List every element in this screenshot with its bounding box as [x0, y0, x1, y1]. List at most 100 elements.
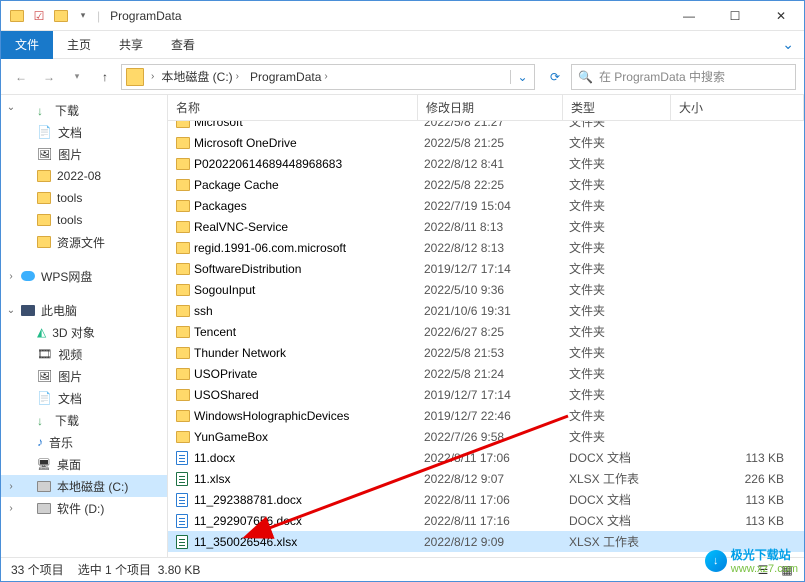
search-placeholder: 在 ProgramData 中搜索 [599, 68, 725, 85]
sidebar-item-tools[interactable]: tools [1, 209, 167, 231]
sidebar-item-resources[interactable]: 资源文件 [1, 231, 167, 253]
search-input[interactable]: 🔍 在 ProgramData 中搜索 [571, 64, 796, 90]
folder-icon [176, 326, 194, 338]
file-row[interactable]: Thunder Network2022/5/8 21:53文件夹 [168, 342, 804, 363]
folder-icon [176, 121, 194, 128]
file-date: 2022/5/8 21:27 [424, 121, 569, 129]
sidebar-item-pictures[interactable]: 图片 [1, 143, 167, 165]
qat-icon-2[interactable]: ☑ [31, 8, 47, 24]
refresh-button[interactable]: ⟳ [543, 65, 567, 89]
file-name: regid.1991-06.com.microsoft [194, 241, 424, 255]
file-row[interactable]: regid.1991-06.com.microsoft2022/8/12 8:1… [168, 237, 804, 258]
file-row[interactable]: P0202206146894489686832022/8/12 8:41文件夹 [168, 153, 804, 174]
address-dropdown[interactable]: ⌄ [510, 70, 534, 84]
file-row[interactable]: ssh2021/10/6 19:31文件夹 [168, 300, 804, 321]
file-row[interactable]: SogouInput2022/5/10 9:36文件夹 [168, 279, 804, 300]
file-row[interactable]: USOShared2019/12/7 17:14文件夹 [168, 384, 804, 405]
maximize-button[interactable]: ☐ [712, 1, 758, 31]
sidebar-item-music[interactable]: 音乐 [1, 431, 167, 453]
file-size: 113 KB [677, 514, 804, 528]
window-title: ProgramData [110, 9, 181, 23]
file-type: 文件夹 [569, 323, 677, 340]
file-row[interactable]: 11_292388781.docx2022/8/11 17:06DOCX 文档1… [168, 489, 804, 510]
doc-icon [176, 451, 194, 465]
forward-button[interactable]: → [37, 65, 61, 89]
watermark: ↓ 极光下载站 www.xz7.com [705, 546, 798, 575]
sidebar-item-downloads[interactable]: ⌄下载 [1, 99, 167, 121]
qat-icon-1[interactable] [9, 8, 25, 24]
share-tab[interactable]: 共享 [105, 31, 157, 59]
navigation-bar: ← → ▾ ↑ › 本地磁盘 (C:)› ProgramData› ⌄ ⟳ 🔍 … [1, 59, 804, 95]
picture-icon [37, 147, 52, 161]
qat-icon-3[interactable] [53, 8, 69, 24]
sidebar-item-3dobjects[interactable]: 3D 对象 [1, 321, 167, 343]
file-date: 2022/8/12 9:09 [424, 535, 569, 549]
file-row[interactable]: Microsoft OneDrive2022/5/8 21:25文件夹 [168, 132, 804, 153]
sidebar-item-pictures[interactable]: 图片 [1, 365, 167, 387]
file-row[interactable]: Microsoft2022/5/8 21:27文件夹 [168, 121, 804, 132]
home-tab[interactable]: 主页 [53, 31, 105, 59]
file-row[interactable]: USOPrivate2022/5/8 21:24文件夹 [168, 363, 804, 384]
column-name[interactable]: 名称 [168, 95, 418, 120]
file-type: 文件夹 [569, 134, 677, 151]
xls-icon [176, 472, 194, 486]
breadcrumb-segment[interactable]: 本地磁盘 (C:)› [157, 66, 246, 87]
file-name: SogouInput [194, 283, 424, 297]
download-icon [37, 104, 49, 116]
file-size: 113 KB [677, 451, 804, 465]
file-type: XLSX 工作表 [569, 533, 677, 550]
file-date: 2022/5/8 22:25 [424, 178, 569, 192]
sidebar-item-videos[interactable]: 视频 [1, 343, 167, 365]
sidebar-item-disk-d[interactable]: ›软件 (D:) [1, 497, 167, 519]
file-row[interactable]: RealVNC-Service2022/8/11 8:13文件夹 [168, 216, 804, 237]
sidebar-item-desktop[interactable]: 桌面 [1, 453, 167, 475]
qat-dropdown[interactable]: ▾ [75, 8, 91, 24]
sidebar-item-wps[interactable]: ›WPS网盘 [1, 265, 167, 287]
view-tab[interactable]: 查看 [157, 31, 209, 59]
folder-icon [176, 389, 194, 401]
breadcrumb-segment[interactable]: ProgramData› [246, 68, 335, 86]
file-tab[interactable]: 文件 [1, 31, 53, 59]
file-name: YunGameBox [194, 430, 424, 444]
up-button[interactable]: ↑ [93, 65, 117, 89]
sidebar-item-tools[interactable]: tools [1, 187, 167, 209]
back-button[interactable]: ← [9, 65, 33, 89]
video-icon [37, 347, 52, 361]
file-row[interactable]: 11_292907656.docx2022/8/11 17:16DOCX 文档1… [168, 510, 804, 531]
column-size[interactable]: 大小 [671, 95, 804, 120]
sidebar-item-documents[interactable]: 文档 [1, 121, 167, 143]
navigation-pane[interactable]: ⌄下载 文档 图片 2022-08 tools tools 资源文件 ›WPS网… [1, 95, 168, 557]
file-row[interactable]: 11.xlsx2022/8/12 9:07XLSX 工作表226 KB [168, 468, 804, 489]
column-type[interactable]: 类型 [563, 95, 671, 120]
chevron-right-icon[interactable]: › [148, 71, 157, 82]
file-type: 文件夹 [569, 281, 677, 298]
file-row[interactable]: Tencent2022/6/27 8:25文件夹 [168, 321, 804, 342]
sidebar-item-documents[interactable]: 文档 [1, 387, 167, 409]
selection-info: 选中 1 个项目 3.80 KB [78, 561, 201, 578]
file-type: 文件夹 [569, 155, 677, 172]
column-date[interactable]: 修改日期 [418, 95, 563, 120]
file-row[interactable]: YunGameBox2022/7/26 9:58文件夹 [168, 426, 804, 447]
file-name: SoftwareDistribution [194, 262, 424, 276]
sidebar-item-disk-c[interactable]: ›本地磁盘 (C:) [1, 475, 167, 497]
item-count: 33 个项目 [11, 561, 64, 578]
folder-icon [176, 368, 194, 380]
address-bar[interactable]: › 本地磁盘 (C:)› ProgramData› ⌄ [121, 64, 535, 90]
folder-icon [176, 347, 194, 359]
file-row[interactable]: SoftwareDistribution2019/12/7 17:14文件夹 [168, 258, 804, 279]
file-row[interactable]: Package Cache2022/5/8 22:25文件夹 [168, 174, 804, 195]
sidebar-item-thispc[interactable]: ⌄此电脑 [1, 299, 167, 321]
file-row[interactable]: WindowsHolographicDevices2019/12/7 22:46… [168, 405, 804, 426]
sidebar-item-downloads[interactable]: 下载 [1, 409, 167, 431]
sidebar-item-2022-08[interactable]: 2022-08 [1, 165, 167, 187]
file-row[interactable]: Packages2022/7/19 15:04文件夹 [168, 195, 804, 216]
recent-dropdown[interactable]: ▾ [65, 65, 89, 89]
file-list[interactable]: 名称 修改日期 类型 大小 Microsoft2022/5/8 21:27文件夹… [168, 95, 804, 557]
file-row[interactable]: 11.docx2022/8/11 17:06DOCX 文档113 KB [168, 447, 804, 468]
file-type: 文件夹 [569, 428, 677, 445]
close-button[interactable]: ✕ [758, 1, 804, 31]
file-date: 2019/12/7 17:14 [424, 262, 569, 276]
minimize-button[interactable]: — [666, 1, 712, 31]
file-date: 2022/5/8 21:25 [424, 136, 569, 150]
help-icon[interactable]: ⌄ [782, 36, 794, 53]
